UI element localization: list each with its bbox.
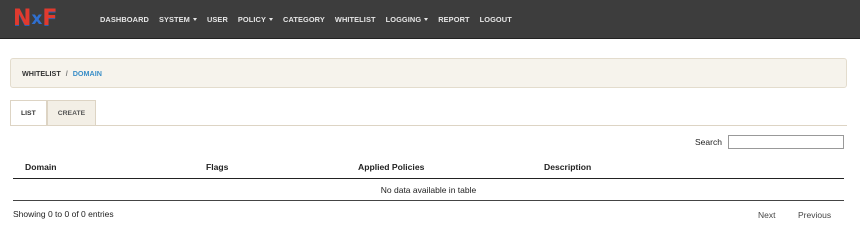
top-navbar: N x F DASHBOARD SYSTEM USER POLICY CATEG… bbox=[0, 0, 860, 39]
next-button[interactable]: Next bbox=[758, 210, 775, 220]
nav-item-label: WHITELIST bbox=[334, 15, 376, 24]
nav-item-logging[interactable]: LOGGING bbox=[386, 15, 429, 24]
column-header-applied-policies[interactable]: Applied Policies bbox=[358, 162, 424, 172]
previous-button[interactable]: Previous bbox=[798, 210, 831, 220]
main-nav: DASHBOARD SYSTEM USER POLICY CATEGORY WH… bbox=[100, 0, 512, 39]
tab-label: LIST bbox=[21, 109, 36, 117]
search-input[interactable] bbox=[728, 135, 844, 149]
column-header-description[interactable]: Description bbox=[544, 162, 591, 172]
nav-item-whitelist[interactable]: WHITELIST bbox=[335, 15, 376, 24]
tab-divider bbox=[10, 125, 847, 126]
table-info: Showing 0 to 0 of 0 entries bbox=[13, 209, 114, 219]
empty-message: No data available in table bbox=[380, 184, 477, 195]
nav-item-category[interactable]: CATEGORY bbox=[283, 15, 325, 24]
tab-create[interactable]: CREATE bbox=[46, 100, 97, 126]
nav-item-dashboard[interactable]: DASHBOARD bbox=[100, 15, 149, 24]
table-header: Domain Flags Applied Policies Descriptio… bbox=[13, 155, 844, 179]
breadcrumb: WHITELIST / DOMAIN bbox=[10, 58, 847, 88]
column-header-domain[interactable]: Domain bbox=[25, 162, 57, 172]
nav-item-label: SYSTEM bbox=[158, 15, 190, 24]
breadcrumb-current: DOMAIN bbox=[72, 68, 102, 78]
logo-letter-n: N bbox=[13, 6, 31, 31]
tab-bar: LIST CREATE bbox=[10, 100, 97, 126]
nav-item-label: CATEGORY bbox=[283, 15, 325, 24]
nav-item-label: DASHBOARD bbox=[100, 15, 149, 24]
logo-letter-f: F bbox=[42, 6, 57, 31]
nav-item-user[interactable]: USER bbox=[207, 15, 228, 24]
table-empty-row: No data available in table bbox=[13, 179, 844, 201]
caret-down-icon bbox=[269, 18, 274, 21]
search-label: Search bbox=[695, 137, 722, 147]
nav-item-label: LOGOUT bbox=[479, 15, 512, 24]
breadcrumb-parent[interactable]: WHITELIST bbox=[22, 69, 61, 78]
nav-item-report[interactable]: REPORT bbox=[438, 15, 469, 24]
tab-label: CREATE bbox=[57, 109, 86, 117]
nav-item-logout[interactable]: LOGOUT bbox=[480, 15, 512, 24]
whitelist-domain-table: Domain Flags Applied Policies Descriptio… bbox=[13, 155, 844, 201]
nav-item-label: LOGGING bbox=[385, 15, 422, 24]
column-header-flags[interactable]: Flags bbox=[206, 162, 228, 172]
nxf-logo[interactable]: N x F bbox=[13, 6, 57, 31]
nav-item-label: POLICY bbox=[237, 15, 267, 24]
nav-item-policy[interactable]: POLICY bbox=[237, 15, 274, 24]
tab-list[interactable]: LIST bbox=[10, 100, 47, 126]
caret-down-icon bbox=[424, 18, 429, 21]
nav-item-system[interactable]: SYSTEM bbox=[159, 15, 197, 24]
breadcrumb-separator: / bbox=[65, 68, 68, 78]
nav-item-label: REPORT bbox=[438, 15, 470, 24]
logo-letter-x: x bbox=[31, 9, 42, 29]
nav-item-label: USER bbox=[206, 15, 228, 24]
caret-down-icon bbox=[192, 18, 197, 21]
